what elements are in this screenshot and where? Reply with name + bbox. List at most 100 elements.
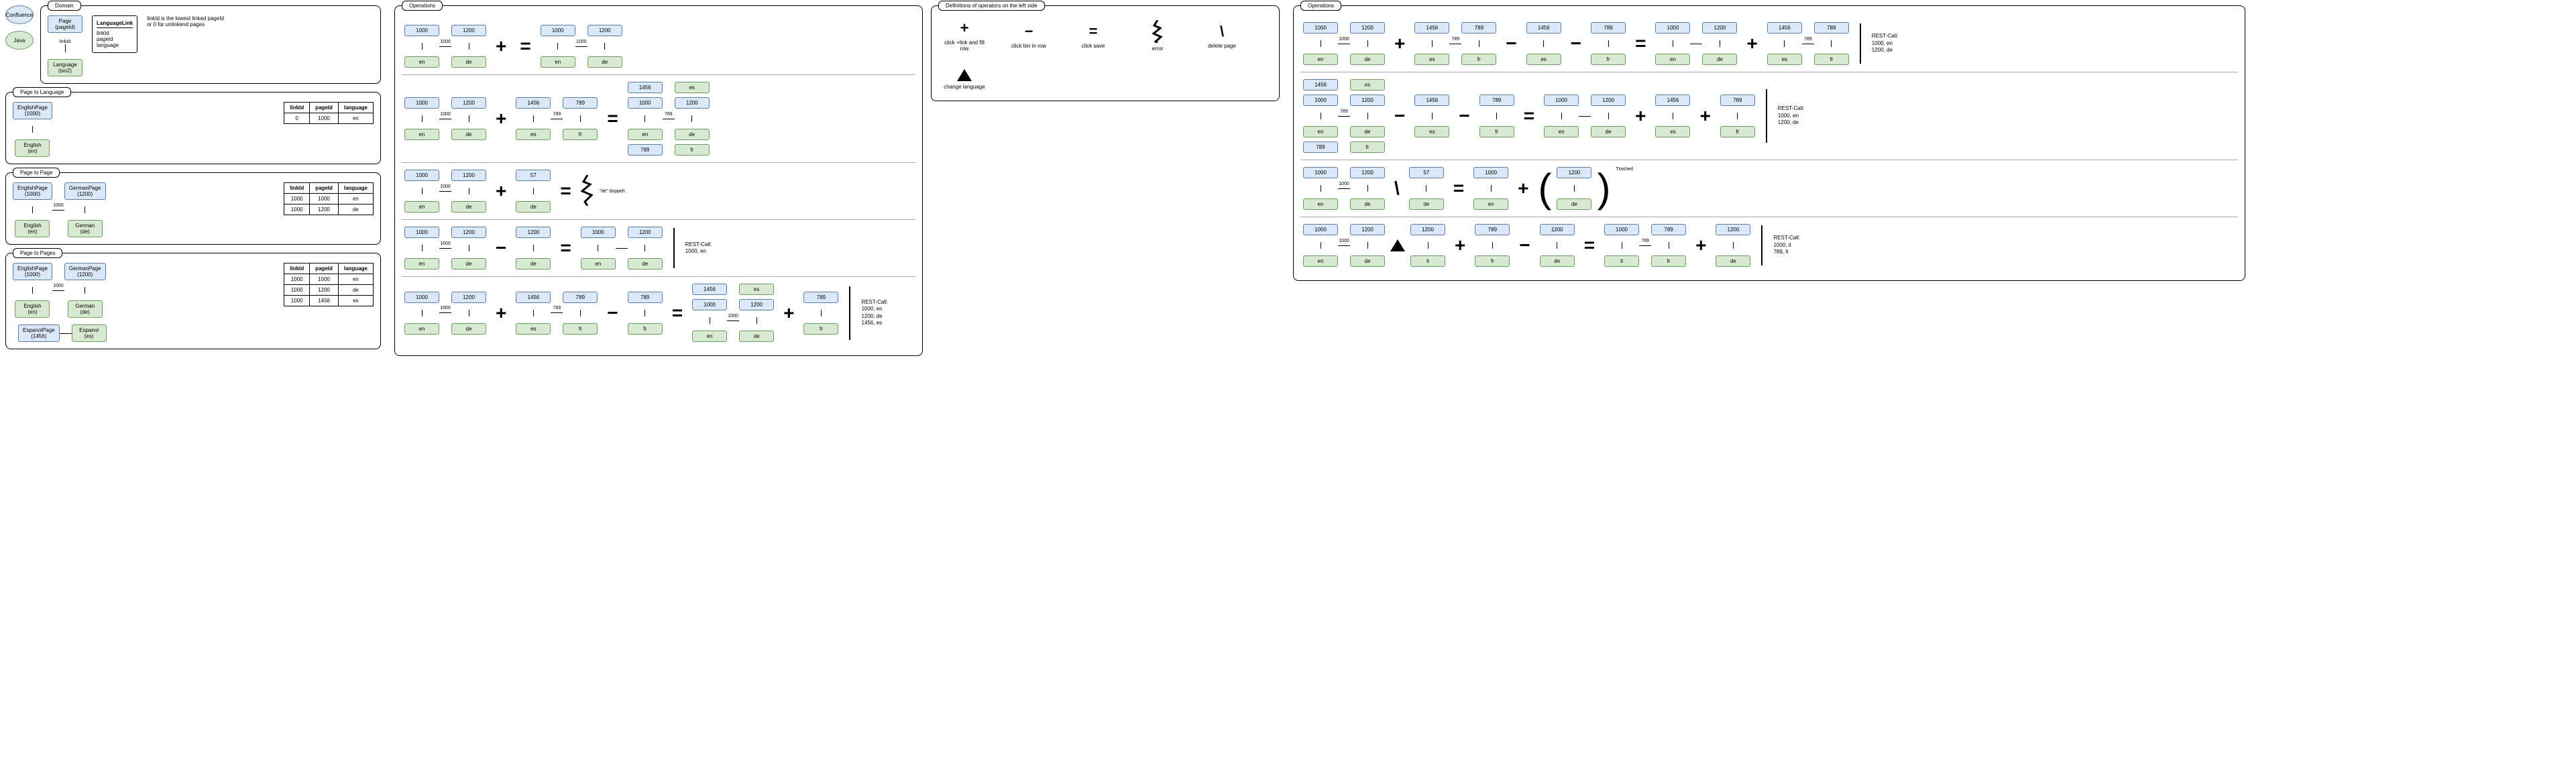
- rest-note: REST-Call: 1000, en: [685, 241, 712, 255]
- java-ellipse: Java: [5, 31, 34, 50]
- legend-minus: −click bin in row: [1005, 23, 1052, 49]
- linkid-label: linkId: [60, 40, 70, 44]
- page-node: 1456: [1767, 22, 1802, 34]
- lang-node: de: [451, 258, 486, 270]
- lang-node: fr: [675, 144, 710, 156]
- middle-column: Operations 1000en 1000 1200de + = 1000en…: [394, 5, 1280, 356]
- lang-node: de: [1350, 198, 1385, 210]
- ll-field: pageId: [97, 36, 133, 42]
- ll-field: language: [97, 42, 133, 48]
- confluence-ellipse: Confluence: [5, 5, 34, 24]
- page-node: 1200: [451, 97, 486, 109]
- equals-icon: =: [1520, 105, 1538, 127]
- lang-node: en: [1303, 198, 1338, 210]
- lang-node: de: [451, 201, 486, 213]
- error-zig-icon: [581, 175, 594, 207]
- lang-node: en: [404, 201, 439, 213]
- page-node: 1200: [1702, 22, 1737, 34]
- page-node: GermanPage (1200): [64, 182, 106, 200]
- page-node: 789: [1479, 95, 1514, 106]
- lang-node: fr: [1461, 54, 1496, 65]
- operations-panel: Operations 1000en 1000 1200de + = 1000en…: [394, 5, 923, 356]
- lang-node: de: [1702, 54, 1737, 65]
- page-node: 789: [1303, 141, 1338, 153]
- lang-node: en: [1303, 54, 1338, 65]
- p2l-table: linkIdpageIdlanguage 01000en: [284, 102, 374, 124]
- page-node: 1000: [404, 97, 439, 109]
- rest-note: REST-Call: 1000, en 1200, de 1456, es: [861, 299, 888, 327]
- page-to-language-panel: Page to Language EnglishPage (1000) Engl…: [5, 92, 381, 164]
- equals-icon: =: [556, 180, 575, 202]
- page-node: 1200: [1591, 95, 1626, 106]
- page-node: 1000: [1655, 22, 1690, 34]
- lang-node: fr: [1591, 54, 1626, 65]
- lang-node: de: [628, 258, 663, 270]
- panel-tab: Page to Language: [13, 87, 71, 97]
- page-node: 1000: [1604, 224, 1639, 235]
- page-node: 1456: [1526, 22, 1561, 34]
- page-node: 1200: [1350, 95, 1385, 106]
- p2p-cluster: EnglishPage (1000)English (en) 1000 Germ…: [13, 182, 106, 237]
- lang-node: de: [1350, 255, 1385, 267]
- page-node: 1200: [451, 227, 486, 238]
- lang-node: en: [1303, 255, 1338, 267]
- lang-node: fr: [1479, 126, 1514, 137]
- op-row: 1456es 1000en 789 1200de 789fr − 1456es …: [1300, 72, 2238, 160]
- rest-bar: [1766, 89, 1767, 143]
- right-column: Operations 1000en 1000 1200de + 1456es 7…: [1293, 5, 2245, 281]
- plus-icon: +: [492, 302, 510, 324]
- legend-eq: =click save: [1070, 23, 1117, 49]
- plus-icon: +: [1514, 178, 1532, 199]
- plus-icon: +: [492, 180, 510, 202]
- languagelink-title: LanguageLink: [97, 20, 133, 28]
- page-node: 1200: [1350, 167, 1385, 178]
- lang-node: fr: [563, 323, 598, 335]
- page-node: 789: [563, 292, 598, 303]
- rest-note: REST-Call: 1000, it 789, fr: [1773, 235, 1800, 255]
- lang-node: es: [1655, 126, 1690, 137]
- page-node: 1000: [1303, 224, 1338, 235]
- page-node: 789: [1475, 224, 1510, 235]
- equals-icon: =: [1580, 235, 1599, 256]
- page-node: 1456: [1414, 95, 1449, 106]
- plus-icon: +: [492, 108, 510, 129]
- left-column: Confluence Java Domain Page (pageId) lin…: [5, 5, 381, 349]
- lang-node: es: [1414, 126, 1449, 137]
- page-node: 1200: [1557, 167, 1591, 178]
- slash-icon: \: [1390, 178, 1404, 199]
- page-node: 1000: [628, 97, 663, 109]
- page-node: 789: [563, 97, 598, 109]
- lang-node: de: [1350, 126, 1385, 137]
- page-node: 1200: [451, 292, 486, 303]
- ll-field: linkId: [97, 30, 133, 36]
- page-node: 1000: [1544, 95, 1579, 106]
- lang-node: es: [675, 82, 710, 93]
- page-node: 1200: [1716, 224, 1750, 235]
- lang-node: en: [1655, 54, 1690, 65]
- op-row: 1000en 1000 1200de − 1200de = 1000en 120…: [402, 220, 915, 277]
- panel-tab: Page to Page: [13, 168, 60, 178]
- equals-icon: =: [603, 108, 622, 129]
- page-node: 1000: [1303, 95, 1338, 106]
- lang-node: es: [1350, 79, 1385, 91]
- page-node: EnglishPage (1000): [13, 182, 52, 200]
- page-node: 1200: [1350, 22, 1385, 34]
- op-row: 1000en 1000 1200de + 1456es 789 789fr − …: [402, 277, 915, 349]
- page-node: 1200: [451, 25, 486, 36]
- page-node: 789: [1651, 224, 1686, 235]
- page-node: 1000: [541, 25, 575, 36]
- page-node: 1200: [628, 227, 663, 238]
- lang-node: es: [1526, 54, 1561, 65]
- lang-node: fr: [1475, 255, 1510, 267]
- lang-node: de: [451, 129, 486, 140]
- minus-icon: −: [1502, 33, 1520, 54]
- lang-node: es: [516, 129, 551, 140]
- op-row: 1000en 1000 1200de + = 1000en 1000 1200d…: [402, 18, 915, 75]
- lang-node: en: [628, 129, 663, 140]
- canvas: Confluence Java Domain Page (pageId) lin…: [5, 5, 2571, 356]
- plus-icon: +: [1631, 105, 1650, 127]
- trashed-label: Trashed: [1616, 167, 1632, 172]
- p2l-pair: EnglishPage (1000) English (en): [13, 102, 52, 157]
- page-node: 1456: [516, 97, 551, 109]
- equals-icon: =: [556, 237, 575, 259]
